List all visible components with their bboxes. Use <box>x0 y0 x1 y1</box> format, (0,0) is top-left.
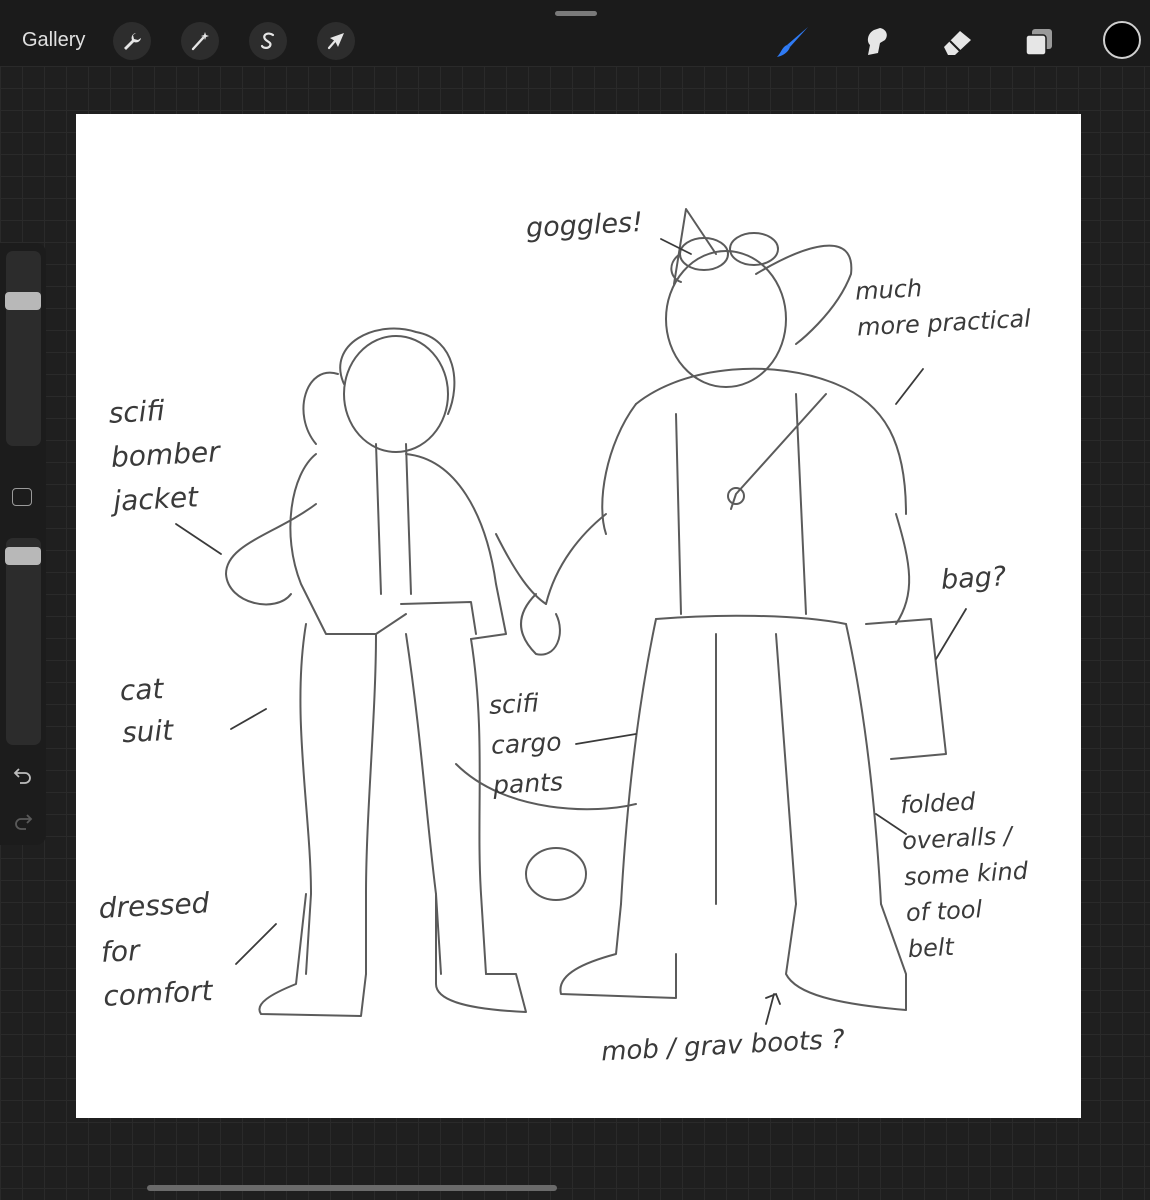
color-picker-button[interactable] <box>1103 21 1141 59</box>
brush-tool[interactable] <box>773 22 813 62</box>
annotation-cat-suit: cat suit <box>119 672 174 750</box>
brush-icon <box>777 27 808 57</box>
gallery-button[interactable]: Gallery <box>22 27 85 53</box>
horizontal-scrollbar[interactable] <box>147 1185 557 1191</box>
transform-button[interactable] <box>317 22 355 60</box>
character-sketch <box>175 208 967 1025</box>
undo-button[interactable] <box>11 763 35 787</box>
layers-button[interactable] <box>1019 22 1059 62</box>
redo-button[interactable] <box>11 809 35 833</box>
drawing-canvas[interactable]: goggles! much more practical scifi bombe… <box>76 114 1081 1118</box>
annotation-tool-belt: folded overalls / some kind of tool belt <box>899 787 1029 964</box>
annotation-cargo-pants: scifi cargo pants <box>488 688 564 800</box>
annotation-goggles: goggles! <box>525 206 644 245</box>
magic-wand-icon <box>191 32 209 51</box>
smudge-icon <box>867 28 887 55</box>
actions-button[interactable] <box>113 22 151 60</box>
top-grabber-handle[interactable] <box>555 11 597 16</box>
transform-arrow-icon <box>327 33 344 50</box>
selection-s-icon <box>260 32 275 49</box>
wrench-icon <box>124 33 141 50</box>
selection-button[interactable] <box>249 22 287 60</box>
redo-icon <box>15 814 33 830</box>
top-toolbar: Gallery <box>0 0 1150 66</box>
eraser-icon <box>944 31 971 55</box>
layers-icon <box>1025 29 1052 56</box>
brush-size-thumb[interactable] <box>5 292 41 310</box>
modify-button[interactable] <box>12 488 32 506</box>
adjustments-button[interactable] <box>181 22 219 60</box>
left-sidebar <box>0 243 46 845</box>
annotation-comfort: dressed for comfort <box>97 886 214 1013</box>
annotation-bag: bag? <box>940 561 1007 596</box>
smudge-tool[interactable] <box>855 22 895 62</box>
opacity-slider[interactable] <box>5 538 41 745</box>
eraser-tool[interactable] <box>937 22 977 62</box>
brush-size-slider[interactable] <box>5 251 41 446</box>
opacity-thumb[interactable] <box>5 547 41 565</box>
annotation-bomber-jacket: scifi bomber jacket <box>107 394 221 518</box>
annotation-practical: much more practical <box>854 274 1032 342</box>
undo-icon <box>13 768 31 784</box>
